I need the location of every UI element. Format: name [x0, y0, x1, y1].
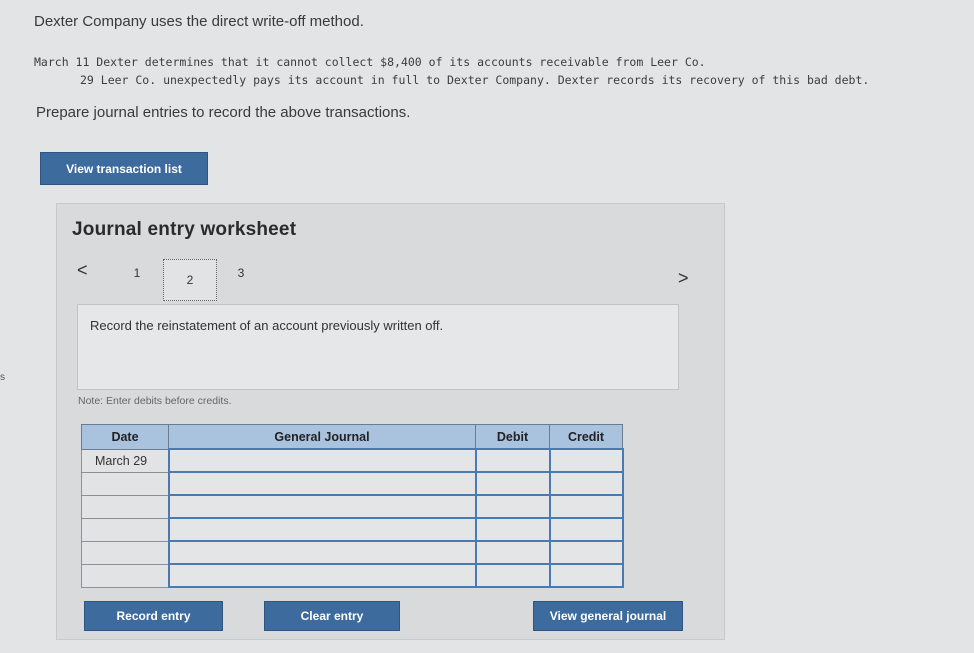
- step-2-label: 2: [186, 273, 194, 287]
- account-input[interactable]: [167, 471, 477, 496]
- credit-input[interactable]: [548, 540, 624, 565]
- credit-input[interactable]: [548, 517, 624, 542]
- debit-input[interactable]: [474, 540, 551, 565]
- table-row: [81, 494, 624, 519]
- account-input[interactable]: [167, 494, 477, 519]
- table-row: [81, 517, 624, 542]
- step-1[interactable]: 1: [132, 266, 142, 280]
- account-input[interactable]: [167, 517, 477, 542]
- credit-input[interactable]: [548, 471, 624, 496]
- prev-arrow-icon[interactable]: <: [77, 260, 88, 281]
- table-row: [81, 540, 624, 565]
- transaction-line-2: 29 Leer Co. unexpectedly pays its accoun…: [80, 73, 870, 87]
- next-arrow-icon[interactable]: >: [678, 268, 689, 289]
- step-2-active[interactable]: 2: [163, 259, 217, 301]
- entry-note: Note: Enter debits before credits.: [78, 395, 232, 407]
- header-general-journal: General Journal: [168, 424, 476, 450]
- record-entry-button[interactable]: Record entry: [84, 601, 223, 631]
- debit-input[interactable]: [474, 494, 551, 519]
- account-input[interactable]: [167, 563, 477, 588]
- debit-input[interactable]: [474, 448, 551, 473]
- step-3[interactable]: 3: [236, 266, 246, 280]
- date-cell[interactable]: March 29: [81, 448, 169, 473]
- view-transaction-list-button[interactable]: View transaction list: [40, 152, 208, 185]
- credit-input[interactable]: [548, 563, 624, 588]
- credit-input[interactable]: [548, 494, 624, 519]
- table-row: March 29: [81, 448, 624, 473]
- edge-marker: s: [0, 372, 5, 383]
- clear-entry-button[interactable]: Clear entry: [264, 601, 400, 631]
- date-cell[interactable]: [81, 517, 169, 542]
- debit-input[interactable]: [474, 517, 551, 542]
- header-credit: Credit: [549, 424, 623, 450]
- debit-input[interactable]: [474, 563, 551, 588]
- instructions: Prepare journal entries to record the ab…: [36, 104, 411, 121]
- table-row: [81, 563, 624, 588]
- worksheet-title: Journal entry worksheet: [72, 219, 297, 240]
- date-cell[interactable]: [81, 471, 169, 496]
- date-cell[interactable]: [81, 540, 169, 565]
- transaction-line-1: March 11 Dexter determines that it canno…: [34, 55, 706, 69]
- table-row: [81, 471, 624, 496]
- date-cell[interactable]: [81, 494, 169, 519]
- header-date: Date: [81, 424, 169, 450]
- journal-table: Date General Journal Debit Credit March …: [81, 424, 624, 588]
- header-debit: Debit: [475, 424, 550, 450]
- entry-description: Record the reinstatement of an account p…: [90, 318, 444, 333]
- account-input[interactable]: [167, 448, 477, 473]
- debit-input[interactable]: [474, 471, 551, 496]
- view-general-journal-button[interactable]: View general journal: [533, 601, 683, 631]
- account-input[interactable]: [167, 540, 477, 565]
- credit-input[interactable]: [548, 448, 624, 473]
- entry-description-box: [77, 304, 679, 390]
- problem-intro: Dexter Company uses the direct write-off…: [34, 13, 364, 30]
- date-cell[interactable]: [81, 563, 169, 588]
